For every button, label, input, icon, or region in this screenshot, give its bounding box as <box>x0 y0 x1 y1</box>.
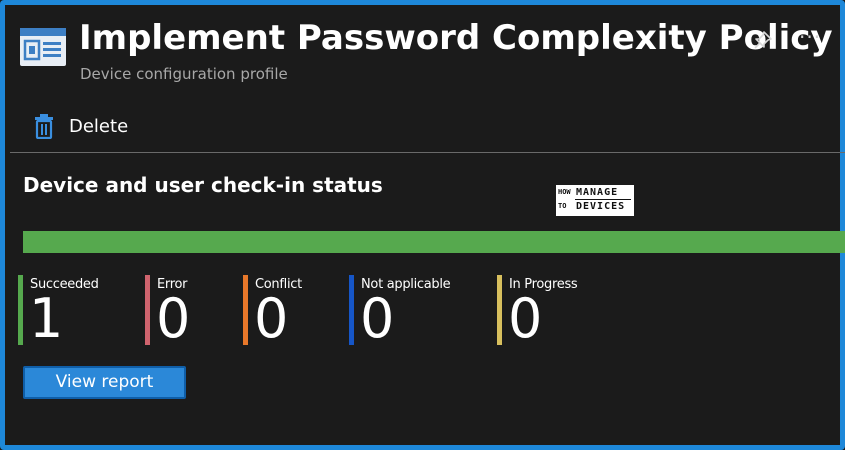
status-color-bar <box>18 275 23 345</box>
status-color-bar <box>349 275 354 345</box>
profile-panel: Implement Password Complexity Policy Dev… <box>0 0 845 450</box>
stat-value: 0 <box>254 287 289 350</box>
stat-value: 1 <box>29 287 64 350</box>
delete-button[interactable]: Delete <box>33 111 128 141</box>
status-color-bar <box>145 275 150 345</box>
more-options-button[interactable]: ··· <box>799 25 821 49</box>
device-config-profile-icon <box>20 28 66 66</box>
status-color-bar <box>243 275 248 345</box>
page-subtitle: Device configuration profile <box>80 65 288 83</box>
stat-value: 0 <box>156 287 191 350</box>
stat-value: 0 <box>508 287 543 350</box>
divider <box>10 152 845 153</box>
section-title: Device and user check-in status <box>23 173 383 197</box>
trash-icon <box>35 114 53 139</box>
pin-icon[interactable] <box>753 30 773 50</box>
view-report-button[interactable]: View report <box>23 366 186 399</box>
watermark-logo: HOW TO MANAGE DEVICES <box>556 185 634 216</box>
status-color-bar <box>497 275 502 345</box>
progress-fill <box>23 231 845 253</box>
delete-label: Delete <box>69 115 129 137</box>
check-in-progress-bar <box>23 231 845 253</box>
page-title: Implement Password Complexity Policy <box>79 18 833 58</box>
stat-value: 0 <box>360 287 395 350</box>
